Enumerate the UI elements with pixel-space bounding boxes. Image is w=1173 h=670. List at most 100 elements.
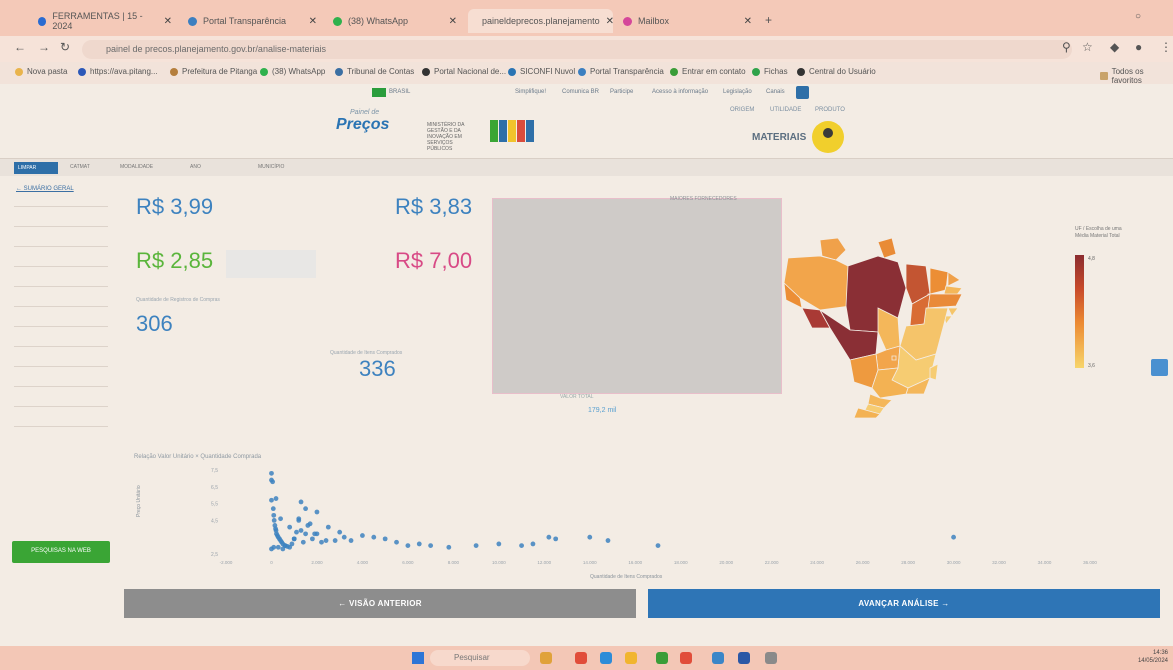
map-region-df[interactable] — [891, 355, 897, 361]
scatter-point[interactable] — [655, 543, 661, 548]
scatter-point[interactable] — [587, 534, 593, 540]
gov-link[interactable]: Acesso à informação — [652, 89, 708, 95]
filter-tag[interactable]: CATMAT — [70, 164, 90, 170]
scatter-point[interactable] — [291, 536, 297, 542]
scatter-point[interactable] — [298, 499, 304, 505]
scatter-point[interactable] — [341, 534, 347, 540]
scatter-point[interactable] — [282, 543, 288, 548]
tab-ferramentas[interactable]: FERRAMENTAS | 15 - 2024 ✕ — [30, 9, 180, 33]
web-search-button[interactable]: PESQUISAS NA WEB — [12, 541, 110, 563]
summary-link[interactable]: ← SUMÁRIO GERAL — [16, 186, 74, 192]
top-link[interactable]: ORIGEM — [730, 107, 754, 113]
close-icon[interactable]: ✕ — [164, 16, 172, 27]
chrome-icon[interactable] — [680, 652, 692, 664]
gov-link[interactable]: Comunica BR — [562, 89, 599, 95]
profile-icon[interactable]: ● — [1135, 40, 1142, 54]
scatter-point[interactable] — [271, 544, 277, 550]
scatter-point[interactable] — [348, 538, 354, 543]
scatter-point[interactable] — [271, 518, 277, 523]
close-icon[interactable]: ✕ — [309, 16, 317, 27]
menu-icon[interactable]: ⋮ — [1160, 40, 1172, 54]
bookmark-portal-nacional[interactable]: Portal Nacional de... — [422, 67, 506, 76]
tab-portal-transparencia[interactable]: Portal Transparência ✕ — [180, 9, 325, 33]
tab-whatsapp[interactable]: (38) WhatsApp ✕ — [325, 9, 465, 33]
scatter-point[interactable] — [553, 536, 559, 542]
map-region-go[interactable] — [875, 345, 901, 371]
windows-start-icon[interactable] — [412, 652, 424, 664]
map-region-ap[interactable] — [877, 237, 897, 259]
scatter-point[interactable] — [446, 544, 452, 550]
scatter-point[interactable] — [394, 539, 399, 545]
scatter-point[interactable] — [271, 512, 277, 518]
reload-icon[interactable]: ↻ — [60, 40, 70, 54]
scatter-point[interactable] — [496, 541, 502, 547]
close-icon[interactable]: ✕ — [606, 16, 614, 27]
scatter-point[interactable] — [287, 524, 293, 530]
scatter-point[interactable] — [371, 534, 377, 540]
zoom-icon[interactable]: ⚲ — [1062, 40, 1071, 54]
scatter-point[interactable] — [325, 524, 331, 530]
filter-tag[interactable]: MUNICÍPIO — [258, 164, 284, 170]
bookmark-tribunal[interactable]: Tribunal de Contas — [335, 67, 414, 76]
scatter-point[interactable] — [270, 506, 276, 512]
scatter-point[interactable] — [278, 516, 283, 522]
close-icon[interactable]: ✕ — [744, 16, 752, 27]
scatter-point[interactable] — [303, 506, 308, 512]
bookmark-fichas[interactable]: Fichas — [752, 67, 788, 76]
star-icon[interactable]: ☆ — [1082, 40, 1093, 54]
scatter-point[interactable] — [314, 509, 320, 515]
app-icon[interactable] — [712, 652, 724, 664]
scatter-point[interactable] — [405, 543, 411, 548]
bookmark-siconfi[interactable]: SICONFI Nuvol — [508, 67, 575, 76]
filter-tag[interactable]: MODALIDADE — [120, 164, 153, 170]
gov-label[interactable]: BRASIL — [389, 89, 410, 95]
app-icon[interactable] — [765, 652, 777, 664]
scatter-point[interactable] — [519, 543, 524, 548]
map-region-rn[interactable] — [947, 271, 961, 287]
bookmark-contato[interactable]: Entrar em contato — [670, 67, 746, 76]
scatter-point[interactable] — [473, 543, 479, 548]
scatter-point[interactable] — [382, 536, 388, 542]
bookmark-central[interactable]: Central do Usuário — [797, 67, 876, 76]
forward-icon[interactable]: → — [38, 40, 50, 54]
scatter-point[interactable] — [269, 497, 274, 503]
whatsapp-icon[interactable] — [656, 652, 668, 664]
accessibility-icon[interactable] — [796, 86, 809, 99]
painel-precos-logo[interactable]: Painel de Preços — [336, 109, 389, 134]
scatter-point[interactable] — [269, 470, 274, 476]
map-region-al[interactable] — [947, 307, 959, 317]
scatter-point[interactable] — [298, 528, 304, 533]
taskbar-clock[interactable]: 14:36 14/05/2024 — [1136, 649, 1168, 665]
scatter-point[interactable] — [289, 541, 295, 547]
bookmark-portal-transparencia[interactable]: Portal Transparência — [578, 67, 664, 76]
bookmark-ava[interactable]: https://ava.pitang... — [78, 67, 158, 76]
scatter-point[interactable] — [303, 531, 308, 537]
scatter-point[interactable] — [416, 541, 422, 547]
scatter-point[interactable] — [275, 544, 281, 550]
scatter-point[interactable] — [319, 539, 324, 545]
bookmark-whatsapp[interactable]: (38) WhatsApp — [260, 67, 325, 76]
taskbar-search-input[interactable]: Pesquisar — [430, 650, 530, 666]
scatter-point[interactable] — [546, 534, 552, 540]
minimize-icon[interactable]: ○ — [1135, 11, 1141, 22]
chrome-icon[interactable] — [575, 652, 587, 664]
scatter-point[interactable] — [323, 538, 329, 543]
gov-link[interactable]: Simplifique! — [515, 89, 546, 95]
map-region-pe[interactable] — [925, 293, 963, 309]
scatter-point[interactable] — [337, 529, 343, 535]
scatter-point[interactable] — [296, 518, 302, 523]
scatter-point[interactable] — [530, 541, 536, 547]
scatter-point[interactable] — [360, 533, 365, 538]
scatter-point[interactable] — [307, 521, 313, 527]
scatter-point[interactable] — [312, 531, 318, 537]
gov-link[interactable]: Legislação — [723, 89, 752, 95]
scatter-point[interactable] — [605, 538, 611, 543]
close-icon[interactable]: ✕ — [449, 16, 457, 27]
filter-tag[interactable]: ANO — [190, 164, 201, 170]
all-bookmarks[interactable]: Todos os favoritos — [1100, 67, 1173, 85]
top-link[interactable]: PRODUTO — [815, 107, 845, 113]
brazil-choropleth-map[interactable] — [780, 228, 965, 418]
scatter-point[interactable] — [332, 538, 338, 543]
url-input[interactable]: painel de precos.planejamento.gov.br/ana… — [82, 40, 1072, 59]
gov-link[interactable]: Participe — [610, 89, 633, 95]
